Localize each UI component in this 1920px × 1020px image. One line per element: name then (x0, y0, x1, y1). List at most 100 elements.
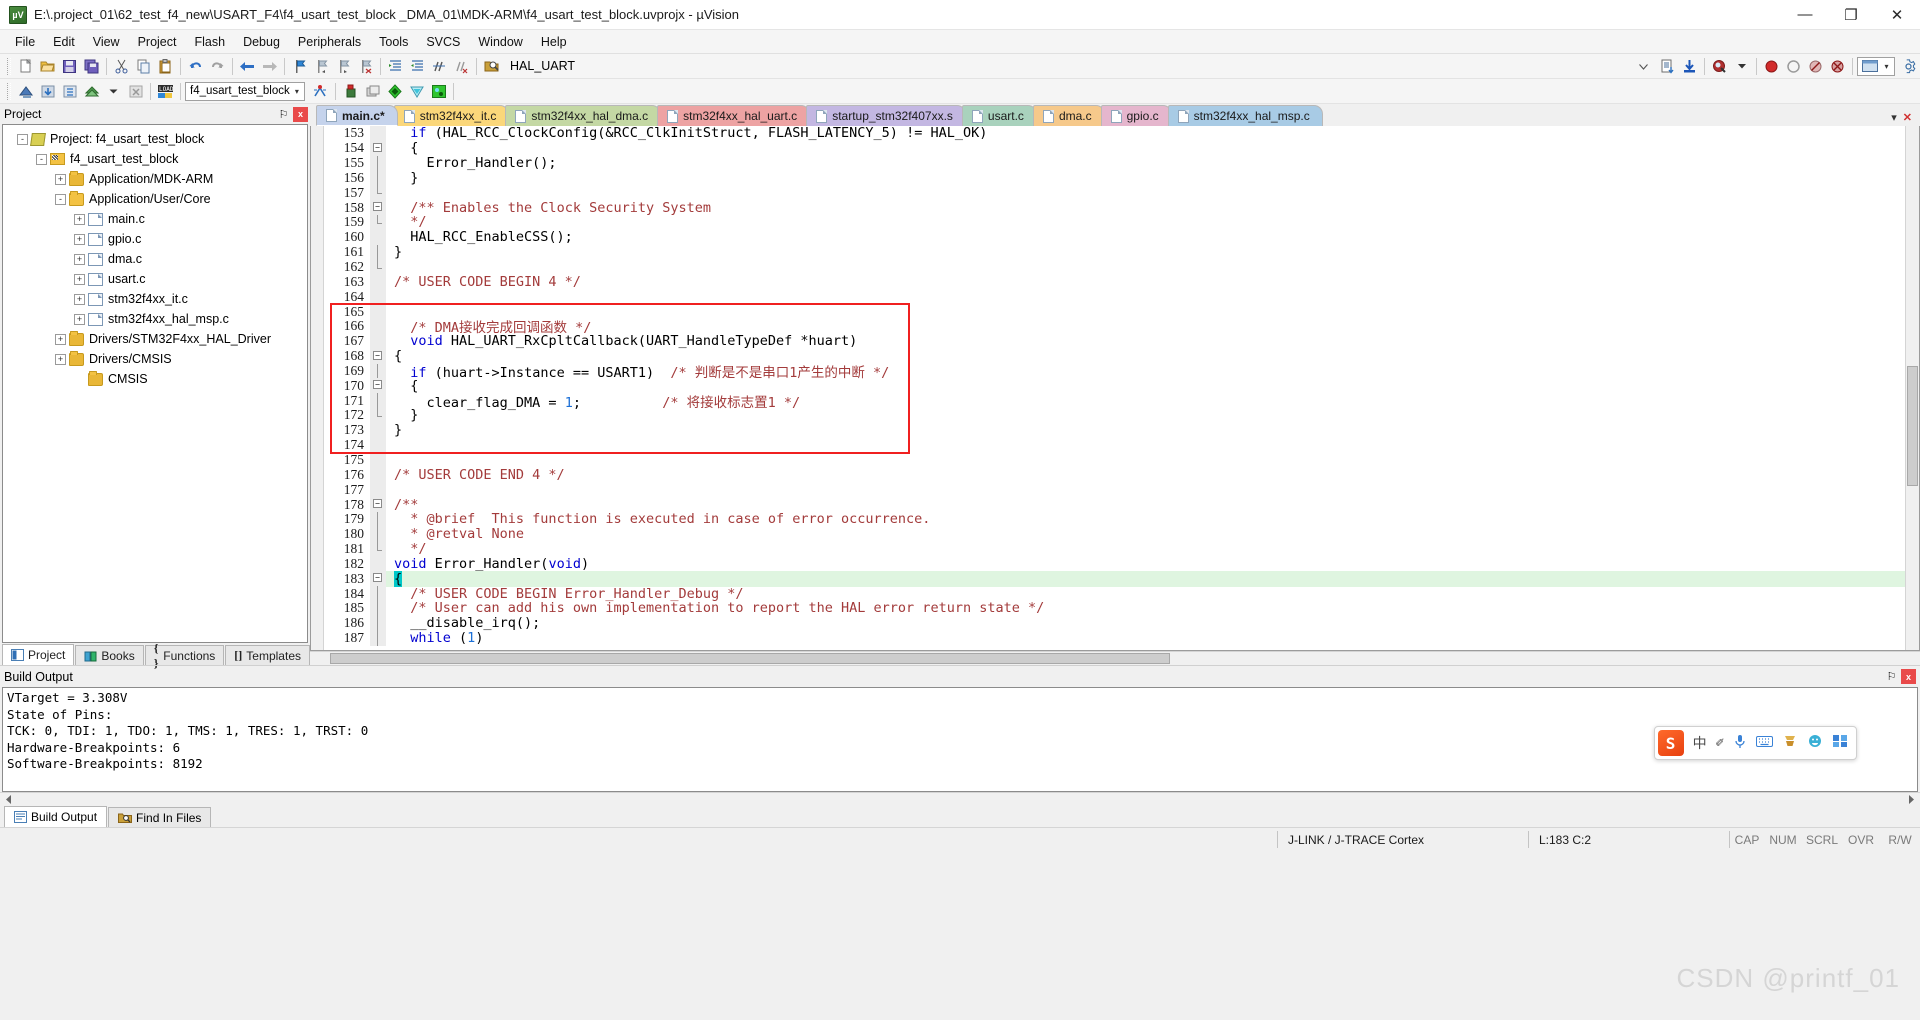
fold-margin[interactable]: − (370, 200, 386, 216)
fold-margin[interactable] (370, 244, 386, 260)
redo-icon[interactable] (207, 56, 228, 77)
fold-collapse-icon[interactable]: − (373, 380, 382, 390)
fold-margin[interactable] (370, 601, 386, 616)
target-dropdown-arrow[interactable] (1633, 56, 1654, 77)
tab-find-in-files[interactable]: Find In Files (108, 807, 212, 827)
voice-input-icon[interactable] (1733, 734, 1747, 753)
target-options-icon[interactable] (310, 81, 331, 102)
toolbar-grip[interactable] (7, 82, 11, 100)
fold-margin[interactable] (370, 586, 386, 601)
fold-margin[interactable] (370, 526, 386, 542)
fold-margin[interactable] (370, 259, 386, 275)
maximize-button[interactable]: ❐ (1828, 0, 1874, 30)
fold-margin[interactable] (370, 215, 386, 230)
pin-icon[interactable]: ⚐ (1884, 669, 1899, 684)
editor-tab-main-c[interactable]: main.c* (316, 105, 398, 126)
scrollbar-thumb[interactable] (330, 653, 1170, 664)
build-output-horizontal-scrollbar[interactable] (0, 792, 1920, 805)
fold-margin[interactable]: − (370, 378, 386, 394)
batch-build-dropdown-icon[interactable] (103, 81, 124, 102)
expander-icon[interactable]: + (74, 273, 85, 285)
editor-horizontal-scrollbar[interactable] (310, 651, 1920, 665)
uncomment-icon[interactable] (451, 56, 472, 77)
fold-margin[interactable] (370, 333, 386, 349)
fold-margin[interactable] (370, 482, 386, 498)
stop-build-icon[interactable] (125, 81, 146, 102)
tree-node-file-gpio-c[interactable]: + gpio.c (3, 229, 307, 249)
insert-file-icon[interactable] (1657, 56, 1678, 77)
expander-icon[interactable]: + (55, 173, 66, 185)
tree-node-file-dma-c[interactable]: + dma.c (3, 249, 307, 269)
copy-icon[interactable] (133, 56, 154, 77)
menu-help[interactable]: Help (532, 32, 576, 52)
build-icon[interactable] (37, 81, 58, 102)
editor-vertical-scrollbar[interactable] (1905, 126, 1919, 650)
rebuild-icon[interactable] (59, 81, 80, 102)
fold-margin[interactable]: − (370, 497, 386, 512)
disable-all-breakpoints-icon[interactable] (1805, 56, 1826, 77)
navigate-forward-icon[interactable] (259, 56, 280, 77)
fold-margin[interactable] (370, 408, 386, 423)
download-to-flash-icon[interactable] (1679, 56, 1700, 77)
undo-icon[interactable] (185, 56, 206, 77)
minimize-button[interactable]: — (1782, 0, 1828, 30)
expander-icon[interactable]: + (74, 293, 85, 305)
fold-margin[interactable] (370, 556, 386, 572)
tab-functions[interactable]: { } Functions (144, 641, 225, 670)
indent-icon[interactable] (385, 56, 406, 77)
tree-node-file-main-c[interactable]: + main.c (3, 209, 307, 229)
tree-node-target[interactable]: - f4_usart_test_block (3, 149, 307, 169)
scrollbar-thumb[interactable] (1907, 366, 1918, 486)
fold-collapse-icon[interactable]: − (373, 499, 382, 509)
debug-dropdown-icon[interactable] (1731, 56, 1752, 77)
expander-icon[interactable]: + (74, 313, 85, 325)
expander-icon[interactable]: - (36, 153, 47, 165)
fold-margin[interactable] (370, 304, 386, 319)
fold-margin[interactable] (370, 615, 386, 631)
configure-pack-icon[interactable] (428, 81, 449, 102)
fold-margin[interactable] (370, 185, 386, 201)
fold-margin[interactable] (370, 274, 386, 290)
menu-project[interactable]: Project (129, 32, 186, 52)
expander-icon[interactable]: + (74, 233, 85, 245)
tree-node-group-drivers-cmsis[interactable]: + Drivers/CMSIS (3, 349, 307, 369)
fold-collapse-icon[interactable]: − (373, 142, 382, 152)
disable-breakpoint-icon[interactable] (1783, 56, 1804, 77)
code-scroll-region[interactable]: 153 if (HAL_RCC_ClockConfig(&RCC_ClkInit… (324, 126, 1919, 650)
fold-margin[interactable]: − (370, 348, 386, 364)
expander-icon[interactable]: + (55, 353, 66, 365)
menu-file[interactable]: File (6, 32, 44, 52)
skin-icon[interactable] (1782, 734, 1798, 752)
find-in-files-icon[interactable] (481, 56, 502, 77)
tab-build-output[interactable]: Build Output (4, 806, 108, 827)
menu-peripherals[interactable]: Peripherals (289, 32, 370, 52)
fold-collapse-icon[interactable]: − (373, 202, 382, 212)
editor-tab-stm32f4xx-hal-uart-c[interactable]: stm32f4xx_hal_uart.c (657, 105, 811, 126)
tab-books[interactable]: Books (75, 645, 144, 665)
bookmark-toggle-icon[interactable] (289, 56, 310, 77)
ime-toolbar[interactable]: S 中 ✐ (1653, 726, 1857, 760)
kill-all-breakpoints-icon[interactable] (1827, 56, 1848, 77)
fold-margin[interactable] (370, 452, 386, 468)
tree-node-group-cmsis[interactable]: CMSIS (3, 369, 307, 389)
expander-icon[interactable]: + (74, 253, 85, 265)
open-file-icon[interactable] (37, 56, 58, 77)
fold-margin[interactable]: − (370, 571, 386, 587)
fold-collapse-icon[interactable]: − (373, 350, 382, 360)
manage-runtime-icon[interactable] (340, 81, 361, 102)
ime-pen-icon[interactable]: ✐ (1716, 735, 1724, 751)
emoji-icon[interactable] (1807, 734, 1823, 752)
ime-mode-toggle[interactable]: 中 (1693, 733, 1707, 753)
expander-icon[interactable]: + (74, 213, 85, 225)
tree-node-project[interactable]: - Project: f4_usart_test_block (3, 129, 307, 149)
editor-tab-dma-c[interactable]: dma.c (1032, 105, 1105, 126)
fold-collapse-icon[interactable]: − (373, 573, 382, 583)
editor-tab-stm32f4xx-hal-dma-c[interactable]: stm32f4xx_hal_dma.c (505, 105, 662, 126)
fold-margin[interactable] (370, 363, 386, 379)
save-all-icon[interactable] (81, 56, 102, 77)
configure-toolbar-icon[interactable] (1899, 56, 1920, 77)
fold-margin[interactable] (370, 511, 386, 527)
editor-tab-gpio-c[interactable]: gpio.c (1100, 105, 1172, 126)
navigate-back-icon[interactable] (237, 56, 258, 77)
menu-svcs[interactable]: SVCS (417, 32, 469, 52)
